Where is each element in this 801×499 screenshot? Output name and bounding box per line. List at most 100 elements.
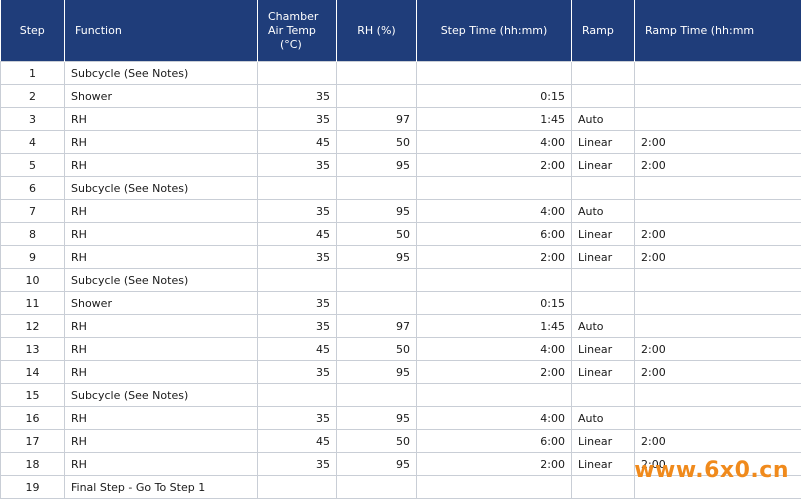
table-header: Step Function Chamber Air Temp (°C) RH (… [1,0,801,62]
cell-air-temp: 45 [258,223,337,246]
cell-step-time: 0:15 [417,85,572,108]
cell-air-temp: 35 [258,315,337,338]
cell-rh: 97 [337,315,417,338]
table-row: 11Shower35 0:15 [1,292,801,315]
table-row: 6Subcycle (See Notes) [1,177,801,200]
cell-step-time: 2:00 [417,361,572,384]
cell-ramp [572,476,635,499]
cell-step: 4 [1,131,65,154]
cell-air-temp [258,269,337,292]
cell-ramp-time: 2:00 [635,361,801,384]
cell-function: Subcycle (See Notes) [65,384,258,407]
cell-step: 18 [1,453,65,476]
cell-function: RH [65,361,258,384]
cell-function: Shower [65,85,258,108]
cell-step-time: 6:00 [417,223,572,246]
cell-step: 2 [1,85,65,108]
cell-rh [337,292,417,315]
table-row: 5RH35952:00Linear2:00 [1,154,801,177]
cell-air-temp: 45 [258,338,337,361]
cell-function: RH [65,154,258,177]
cell-rh: 50 [337,430,417,453]
cell-air-temp: 35 [258,108,337,131]
cell-ramp-time: 2:00 [635,246,801,269]
cell-step: 9 [1,246,65,269]
cell-rh [337,476,417,499]
cell-rh: 97 [337,108,417,131]
cell-function: RH [65,200,258,223]
cell-ramp: Linear [572,338,635,361]
cell-step-time: 0:15 [417,292,572,315]
cell-ramp-time [635,108,801,131]
cell-ramp: Linear [572,361,635,384]
cell-function: RH [65,246,258,269]
cell-step-time: 6:00 [417,430,572,453]
cell-step-time [417,62,572,85]
header-rh: RH (%) [337,0,417,62]
cell-function: RH [65,108,258,131]
cell-step-time: 1:45 [417,315,572,338]
cell-function: Final Step - Go To Step 1 [65,476,258,499]
cell-rh: 95 [337,407,417,430]
cell-air-temp: 45 [258,430,337,453]
cell-air-temp: 35 [258,154,337,177]
cell-function: RH [65,453,258,476]
cell-step: 5 [1,154,65,177]
table-row: 8RH45506:00Linear2:00 [1,223,801,246]
cell-ramp: Auto [572,200,635,223]
table-row: 7RH35954:00Auto [1,200,801,223]
table-row: 9RH35952:00Linear2:00 [1,246,801,269]
header-temp-line1: Chamber [268,10,330,24]
header-chamber-air-temp: Chamber Air Temp (°C) [258,0,337,62]
cell-step: 11 [1,292,65,315]
cell-function: RH [65,223,258,246]
cell-step-time: 4:00 [417,338,572,361]
cell-step-time [417,476,572,499]
cell-function: RH [65,407,258,430]
table-row: 15Subcycle (See Notes) [1,384,801,407]
header-temp-line3: (°C) [268,38,330,52]
cell-air-temp [258,177,337,200]
table-row: 14RH35952:00Linear2:00 [1,361,801,384]
cell-step: 17 [1,430,65,453]
cell-rh [337,177,417,200]
cell-ramp-time: 2:00 [635,223,801,246]
cell-rh: 95 [337,200,417,223]
cell-rh [337,62,417,85]
cell-step-time: 2:00 [417,453,572,476]
cell-ramp: Auto [572,407,635,430]
cell-function: Shower [65,292,258,315]
cell-step: 10 [1,269,65,292]
cell-function: RH [65,338,258,361]
table-row: 17RH45506:00Linear2:00 [1,430,801,453]
cell-rh: 50 [337,338,417,361]
cell-rh [337,85,417,108]
cell-step: 8 [1,223,65,246]
cell-ramp: Linear [572,453,635,476]
cell-air-temp: 35 [258,200,337,223]
cell-function: Subcycle (See Notes) [65,62,258,85]
cell-ramp: Linear [572,131,635,154]
header-function: Function [65,0,258,62]
cell-step-time: 4:00 [417,131,572,154]
cell-ramp [572,269,635,292]
cell-step-time [417,384,572,407]
cell-ramp: Linear [572,246,635,269]
cell-ramp-time [635,384,801,407]
header-ramp: Ramp [572,0,635,62]
cell-ramp [572,177,635,200]
cell-air-temp: 35 [258,292,337,315]
cell-ramp-time [635,85,801,108]
cell-ramp [572,62,635,85]
cell-air-temp: 45 [258,131,337,154]
table-row: 13RH45504:00Linear2:00 [1,338,801,361]
cell-function: RH [65,315,258,338]
cell-ramp-time: 2:00 [635,338,801,361]
cell-air-temp: 35 [258,85,337,108]
cell-rh: 95 [337,361,417,384]
cell-ramp-time [635,292,801,315]
table-row: 1Subcycle (See Notes) [1,62,801,85]
cell-air-temp: 35 [258,246,337,269]
cell-rh [337,269,417,292]
cell-step: 13 [1,338,65,361]
